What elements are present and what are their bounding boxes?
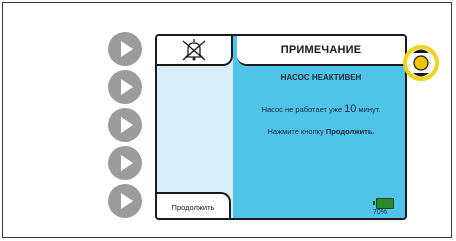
message-prefix: Насос не работает уже xyxy=(261,105,343,114)
play-arrow-icon xyxy=(121,155,133,171)
softkey-4-button[interactable] xyxy=(108,146,142,180)
status-indicator-light-icon xyxy=(403,45,439,81)
softkey-5-button[interactable] xyxy=(108,184,142,218)
message-line-1: Насос не работает уже 10 минут. xyxy=(237,103,405,115)
message-line-2: Нажмите кнопку Продолжить. xyxy=(237,127,405,136)
battery-icon xyxy=(373,198,394,209)
display-screen: ПРИМЕЧАНИЕ НАСОС НЕАКТИВЕН Насос не рабо… xyxy=(155,34,407,220)
softkey-2-button[interactable] xyxy=(108,70,142,104)
minutes-value: 10 xyxy=(344,103,357,115)
alarm-silenced-bell-icon xyxy=(182,39,206,61)
button-name-text: Продолжить. xyxy=(325,127,375,136)
pump-device: ПРИМЕЧАНИЕ НАСОС НЕАКТИВЕН Насос не рабо… xyxy=(2,2,452,238)
play-arrow-icon xyxy=(121,193,133,209)
continue-softkey-label[interactable]: Продолжить xyxy=(157,192,231,218)
play-arrow-icon xyxy=(121,41,133,57)
play-arrow-icon xyxy=(121,79,133,95)
message-suffix: минут. xyxy=(358,105,381,114)
alarm-subtitle: НАСОС НЕАКТИВЕН xyxy=(280,73,362,82)
softkey-3-button[interactable] xyxy=(108,108,142,142)
press-prefix: Нажмите кнопку xyxy=(267,127,324,136)
play-arrow-icon xyxy=(121,117,133,133)
alarm-silence-tab[interactable] xyxy=(157,36,233,66)
continue-label: Продолжить xyxy=(171,202,215,212)
battery-percent: 70% xyxy=(373,209,388,216)
screen-title: ПРИМЕЧАНИЕ xyxy=(237,36,405,66)
softkey-1-button[interactable] xyxy=(108,32,142,66)
